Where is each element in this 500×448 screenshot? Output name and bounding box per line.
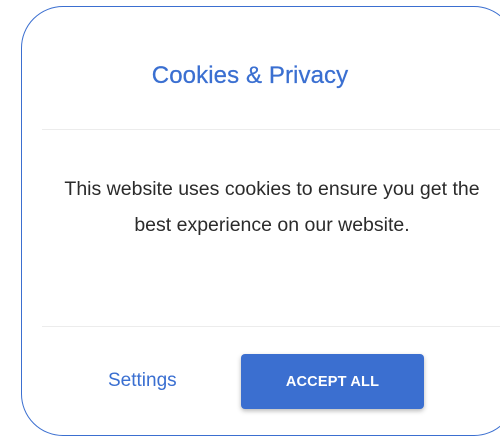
accept-all-button[interactable]: ACCEPT ALL — [241, 354, 424, 409]
cookie-message: This website uses cookies to ensure you … — [64, 178, 480, 236]
divider-top — [42, 129, 500, 130]
settings-button[interactable]: Settings — [108, 370, 177, 392]
page: Cookies & Privacy This website uses cook… — [0, 0, 500, 448]
dialog-title: Cookies & Privacy — [151, 62, 349, 89]
divider-bottom — [42, 326, 500, 327]
